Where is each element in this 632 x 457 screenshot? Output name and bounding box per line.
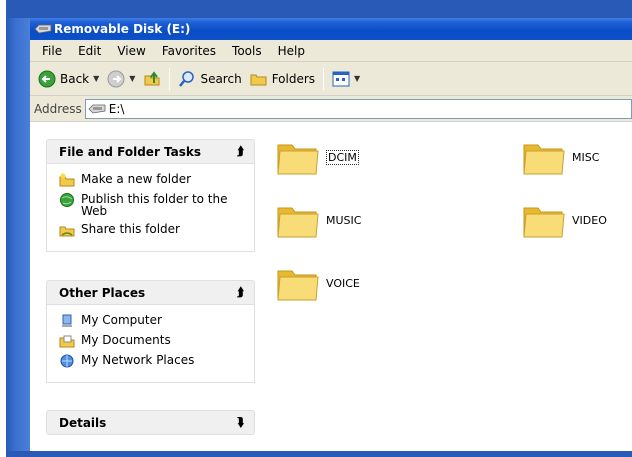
file-folder-tasks-header[interactable]: File and Folder Tasks ⮭: [46, 139, 255, 164]
content-area: File and Folder Tasks ⮭ Make a new folde…: [30, 123, 632, 451]
address-value: E:\: [108, 101, 125, 116]
my-computer-icon: [62, 314, 72, 327]
toolbar-separator: [323, 67, 325, 90]
other-places-panel: Other Places ⮭ My Computer My Documents …: [46, 280, 255, 383]
other-places-title: Other Places: [59, 285, 146, 300]
folder-icon: [277, 207, 319, 238]
up-folder-button[interactable]: [139, 67, 165, 91]
expand-icon[interactable]: ⮯: [237, 415, 244, 430]
window-frame-left: [0, 0, 30, 457]
menu-bar: File Edit View Favorites Tools Help: [30, 40, 632, 62]
folder-label: VOICE: [326, 276, 360, 290]
address-label: Address: [34, 101, 82, 116]
back-arrow-icon: [38, 70, 56, 87]
folder-icon: [277, 270, 319, 301]
forward-dropdown-icon[interactable]: ▼: [129, 74, 135, 83]
folder-label: MISC: [572, 150, 600, 164]
search-button[interactable]: Search: [174, 67, 245, 91]
other-places-body: My Computer My Documents My Network Plac…: [46, 305, 255, 383]
window-title: Removable Disk (E:): [54, 22, 191, 36]
explorer-window: Removable Disk (E:) File Edit View Favor…: [0, 0, 632, 457]
removable-disk-icon: [34, 23, 52, 35]
back-dropdown-icon[interactable]: ▼: [93, 74, 99, 83]
folder-label: DCIM: [326, 149, 359, 165]
menu-edit[interactable]: Edit: [70, 44, 109, 58]
folder-icon: [523, 207, 565, 238]
folder-video[interactable]: VIDEO: [522, 200, 607, 240]
my-documents-icon: [59, 335, 75, 348]
views-button[interactable]: ▼: [328, 67, 364, 91]
views-icon: [332, 71, 350, 86]
place-my-network-places[interactable]: My Network Places: [59, 354, 244, 368]
forward-arrow-icon: [107, 70, 125, 87]
task-share-folder[interactable]: Share this folder: [59, 223, 244, 237]
menu-tools[interactable]: Tools: [224, 44, 270, 58]
file-folder-tasks-body: Make a new folder Publish this folder to…: [46, 164, 255, 252]
details-title: Details: [59, 415, 107, 430]
folder-music[interactable]: MUSIC: [276, 200, 361, 240]
place-my-computer[interactable]: My Computer: [59, 314, 244, 328]
folder-label: VIDEO: [572, 213, 607, 227]
folder-icon: [277, 144, 319, 175]
forward-button[interactable]: ▼: [103, 67, 139, 91]
task-pane: File and Folder Tasks ⮭ Make a new folde…: [30, 123, 265, 451]
collapse-icon[interactable]: ⮭: [237, 144, 244, 159]
folder-icon: [523, 144, 565, 175]
task-make-new-folder[interactable]: Make a new folder: [59, 173, 244, 187]
share-folder-icon: [59, 226, 75, 237]
place-my-documents[interactable]: My Documents: [59, 334, 244, 348]
up-folder-icon: [144, 70, 160, 85]
address-bar: Address E:\: [30, 96, 632, 122]
views-dropdown-icon: ▼: [354, 74, 361, 83]
window-frame-bottom: [6, 451, 632, 457]
folders-icon: [250, 74, 267, 85]
menu-view[interactable]: View: [109, 44, 153, 58]
details-panel: Details ⮯: [46, 410, 255, 435]
network-places-icon: [60, 354, 74, 368]
toolbar: Back ▼ ▼ Search Folders ▼: [30, 62, 632, 96]
folder-label: MUSIC: [326, 213, 362, 227]
removable-disk-icon: [88, 104, 106, 113]
file-folder-tasks-title: File and Folder Tasks: [59, 144, 202, 159]
folders-button[interactable]: Folders: [246, 67, 319, 91]
task-publish-folder[interactable]: Publish this folder to the Web: [59, 193, 244, 217]
folder-voice[interactable]: VOICE: [276, 263, 360, 303]
other-places-header[interactable]: Other Places ⮭: [46, 280, 255, 305]
globe-icon: [60, 193, 74, 207]
new-folder-icon: [59, 173, 75, 187]
folder-dcim[interactable]: DCIM: [276, 137, 359, 177]
address-input[interactable]: E:\: [84, 98, 632, 119]
details-header[interactable]: Details ⮯: [46, 410, 255, 435]
back-label: Back: [60, 71, 90, 86]
search-label: Search: [200, 71, 242, 86]
title-bar[interactable]: Removable Disk (E:): [30, 18, 632, 40]
folders-label: Folders: [271, 71, 316, 86]
search-icon: [179, 70, 195, 87]
collapse-icon[interactable]: ⮭: [237, 285, 244, 300]
menu-favorites[interactable]: Favorites: [154, 44, 224, 58]
window-frame-top: [6, 0, 632, 18]
file-folder-tasks-panel: File and Folder Tasks ⮭ Make a new folde…: [46, 139, 255, 252]
menu-help[interactable]: Help: [270, 44, 313, 58]
menu-file[interactable]: File: [34, 44, 70, 58]
folder-misc[interactable]: MISC: [522, 137, 599, 177]
toolbar-separator: [169, 67, 171, 90]
back-button[interactable]: Back ▼: [34, 67, 103, 91]
